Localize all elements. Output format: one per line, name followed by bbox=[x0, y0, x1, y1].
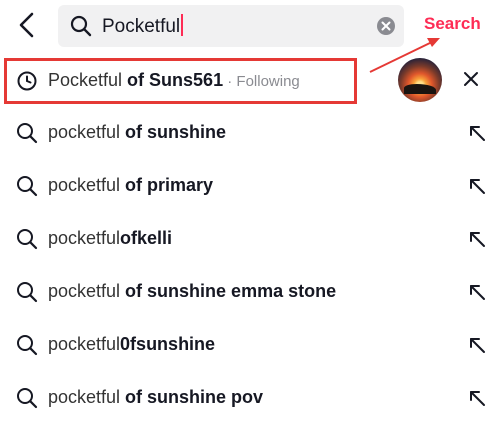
search-input[interactable]: Pocketful bbox=[58, 5, 404, 47]
suggestion-label: pocketful of primary bbox=[48, 175, 214, 195]
search-icon bbox=[17, 335, 38, 356]
close-icon bbox=[464, 72, 478, 86]
suggestion-label: pocketful0fsunshine bbox=[48, 334, 216, 354]
search-button[interactable]: Search bbox=[424, 14, 481, 34]
suggestion-label: pocketfulofkelli bbox=[48, 228, 173, 248]
recent-search-label: Pocketful of Suns561 · Following bbox=[48, 70, 300, 90]
list-item[interactable]: pocketful0fsunshine bbox=[0, 320, 500, 370]
top-bar: Pocketful Search bbox=[0, 0, 500, 50]
clear-search-button[interactable] bbox=[376, 16, 396, 36]
clear-circle-icon bbox=[377, 17, 395, 35]
remove-recent-button[interactable] bbox=[460, 68, 482, 90]
suggestion-label: pocketful of sunshine emma stone bbox=[48, 281, 337, 301]
list-item[interactable]: pocketful of sunshine pov bbox=[0, 373, 500, 423]
search-icon bbox=[70, 15, 92, 37]
following-tag: · Following bbox=[223, 73, 300, 90]
arrow-up-left-icon[interactable] bbox=[466, 175, 488, 197]
list-item[interactable]: pocketfulofkelli bbox=[0, 214, 500, 264]
search-icon bbox=[17, 388, 38, 409]
search-icon bbox=[17, 229, 38, 250]
search-icon bbox=[17, 282, 38, 303]
list-item[interactable]: pocketful of primary bbox=[0, 161, 500, 211]
text-caret bbox=[181, 14, 184, 36]
arrow-up-left-icon[interactable] bbox=[466, 334, 488, 356]
arrow-up-left-icon[interactable] bbox=[466, 122, 488, 144]
suggestion-label: pocketful of sunshine pov bbox=[48, 387, 264, 407]
chevron-left-icon bbox=[19, 12, 34, 38]
search-icon bbox=[17, 176, 38, 197]
back-button[interactable] bbox=[14, 10, 42, 40]
clock-icon bbox=[17, 71, 37, 91]
list-item[interactable]: pocketful of sunshine bbox=[0, 108, 500, 158]
search-icon bbox=[17, 123, 38, 144]
arrow-up-left-icon[interactable] bbox=[466, 281, 488, 303]
avatar[interactable] bbox=[398, 58, 442, 102]
arrow-up-left-icon[interactable] bbox=[466, 228, 488, 250]
search-query-text: Pocketful bbox=[102, 14, 184, 38]
list-item[interactable]: pocketful of sunshine emma stone bbox=[0, 267, 500, 317]
arrow-up-left-icon[interactable] bbox=[466, 387, 488, 409]
suggestion-label: pocketful of sunshine bbox=[48, 122, 227, 142]
